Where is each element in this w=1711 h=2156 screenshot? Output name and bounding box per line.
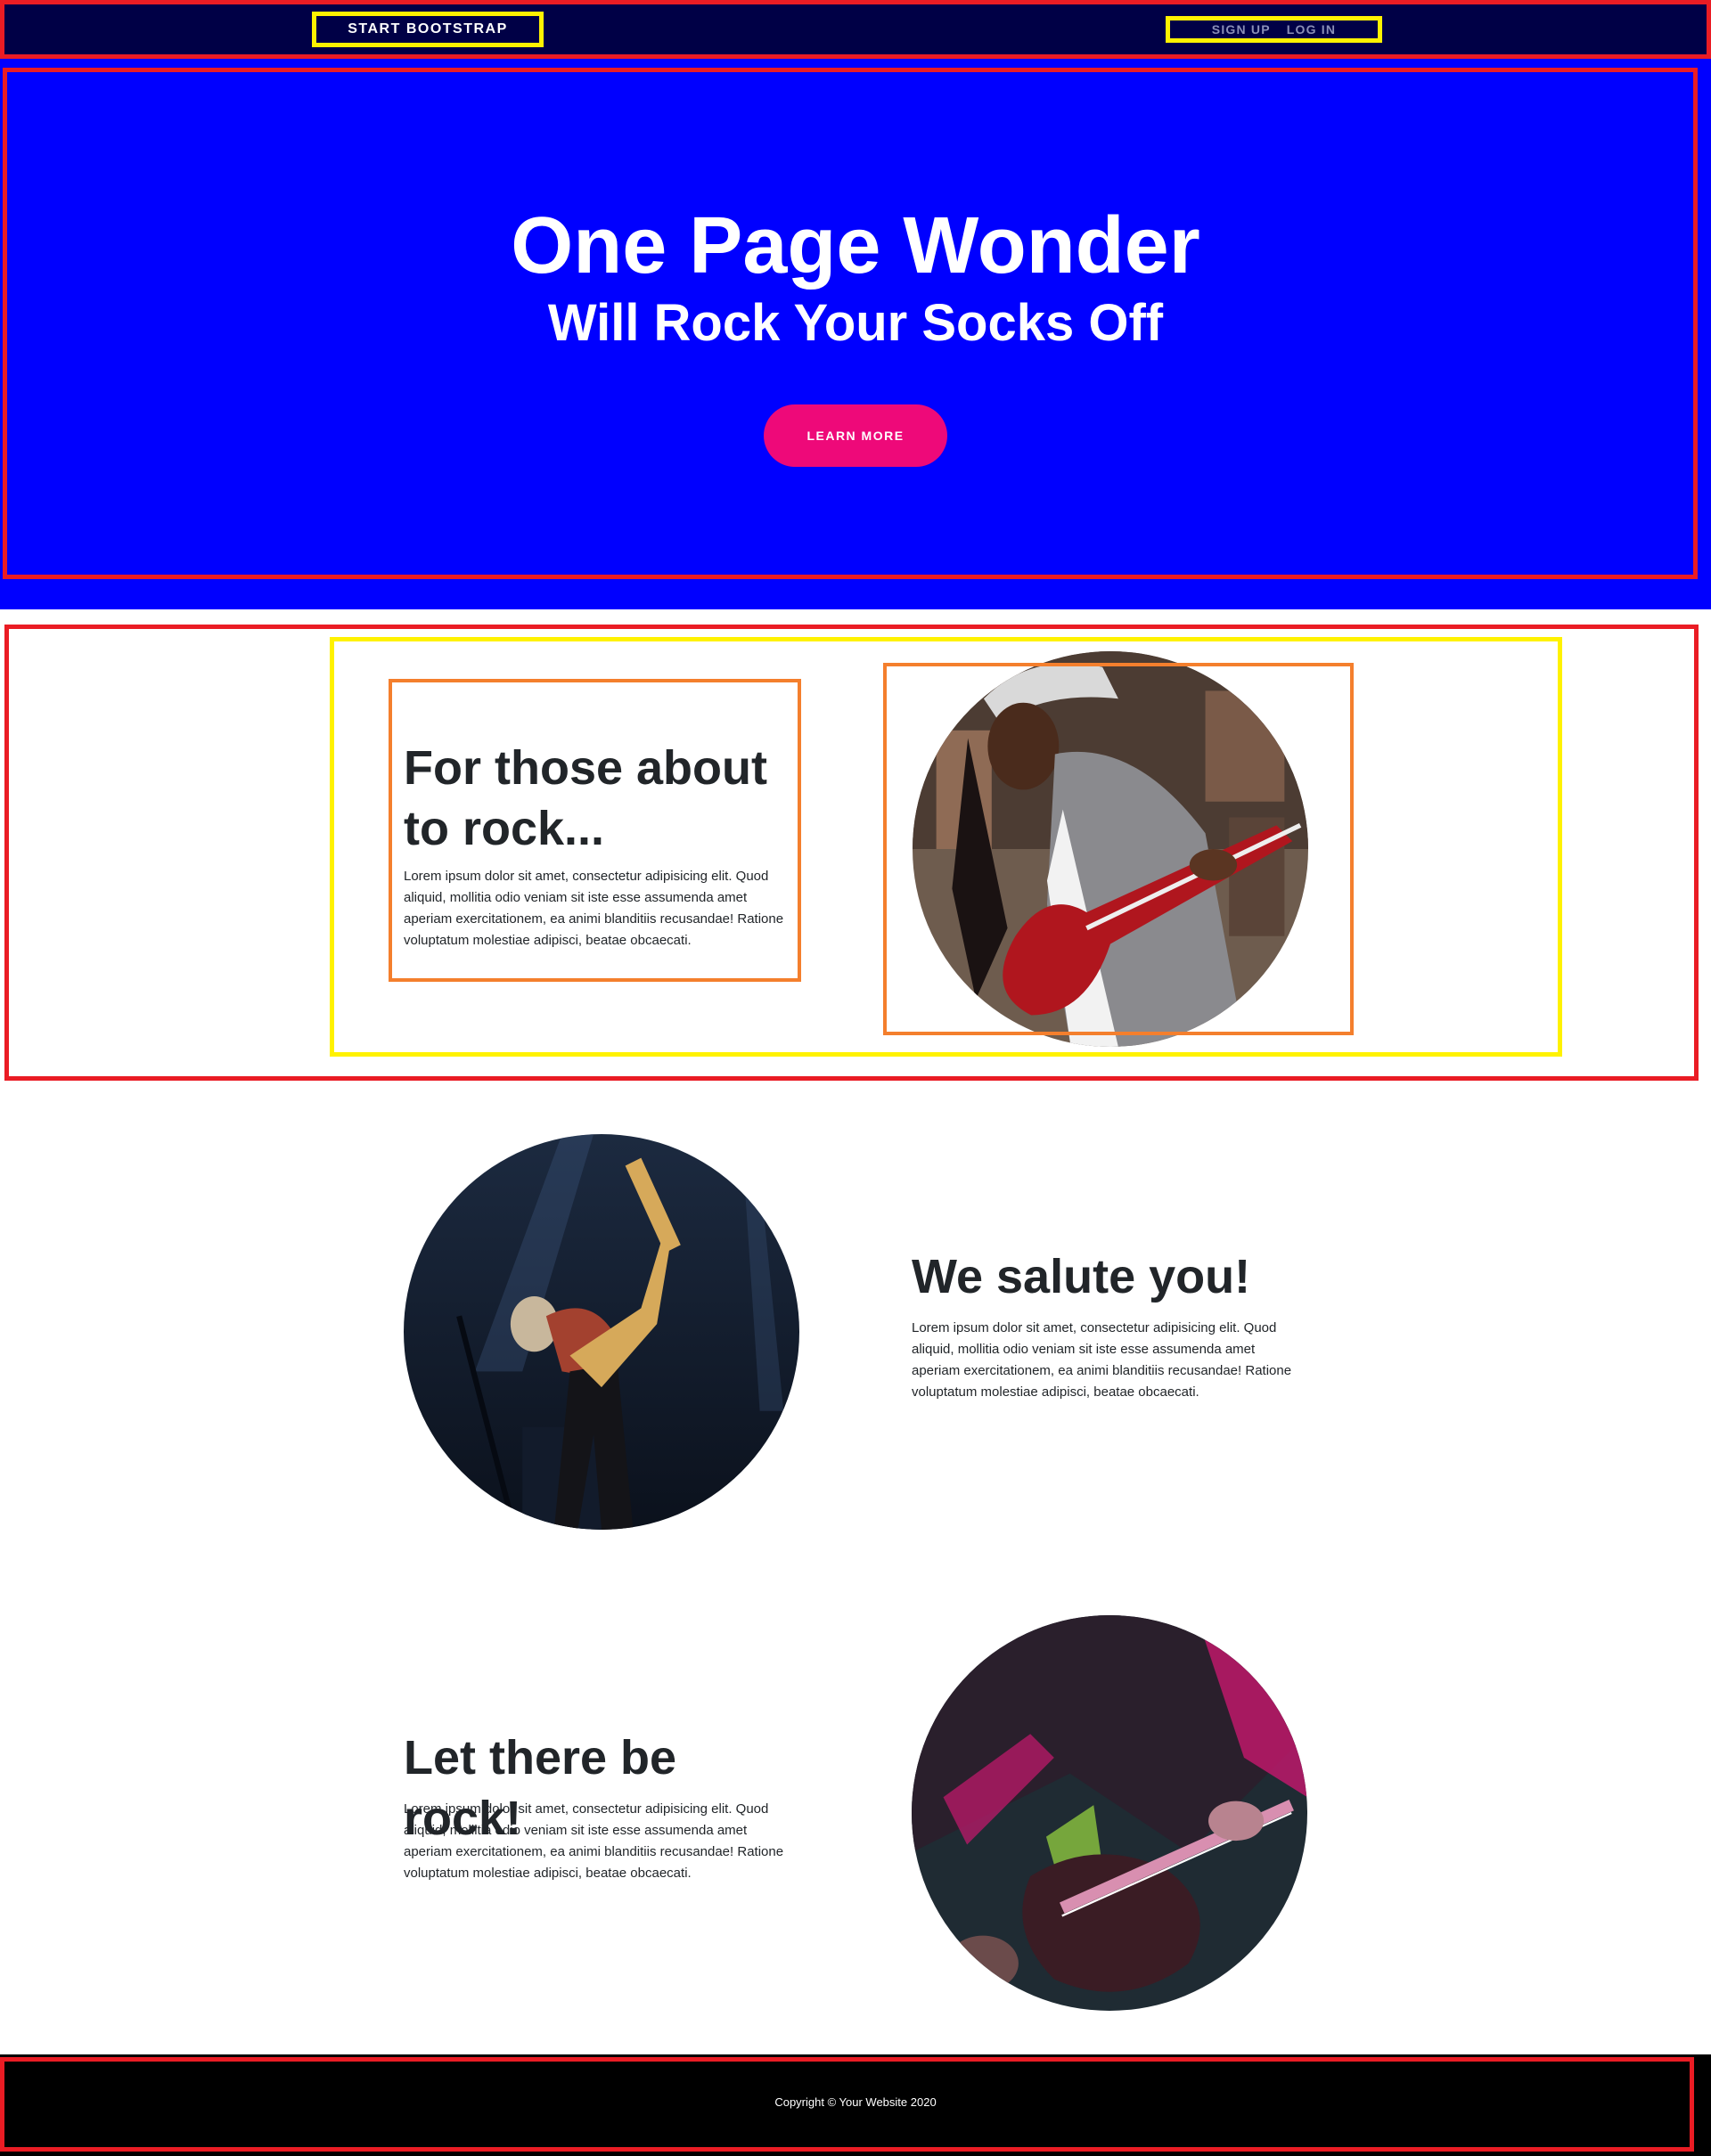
- learn-more-button[interactable]: Learn More: [764, 404, 947, 467]
- navbar: Start Bootstrap Sign Up Log In: [0, 0, 1711, 59]
- footer: Copyright © Your Website 2020: [0, 2054, 1711, 2156]
- guitar-closeup-photo: [912, 1615, 1307, 2011]
- section-1-outline: [4, 625, 1699, 1081]
- section-heading: For those about to rock...: [404, 741, 767, 855]
- guitarist-stage-photo: [404, 1134, 799, 1530]
- guitarist-smiling-photo: [913, 651, 1308, 1047]
- log-in-link[interactable]: Log In: [1287, 22, 1336, 37]
- hero-subtitle: Will Rock Your Socks Off: [547, 294, 1164, 352]
- sign-up-link[interactable]: Sign Up: [1212, 22, 1271, 37]
- hero-title: One Page Wonder: [511, 201, 1200, 290]
- section-text: Lorem ipsum dolor sit amet, consectetur …: [404, 869, 784, 948]
- section-heading: We salute you!: [912, 1250, 1251, 1303]
- brand-link[interactable]: Start Bootstrap: [312, 12, 544, 47]
- nav-links: Sign Up Log In: [1166, 16, 1382, 43]
- section-text: Lorem ipsum dolor sit amet, consectetur …: [912, 1320, 1292, 1400]
- hero-section: One Page Wonder Will Rock Your Socks Off…: [0, 59, 1711, 609]
- copyright-text: Copyright © Your Website 2020: [774, 2095, 937, 2109]
- section-text: Lorem ipsum dolor sit amet, consectetur …: [404, 1801, 784, 1881]
